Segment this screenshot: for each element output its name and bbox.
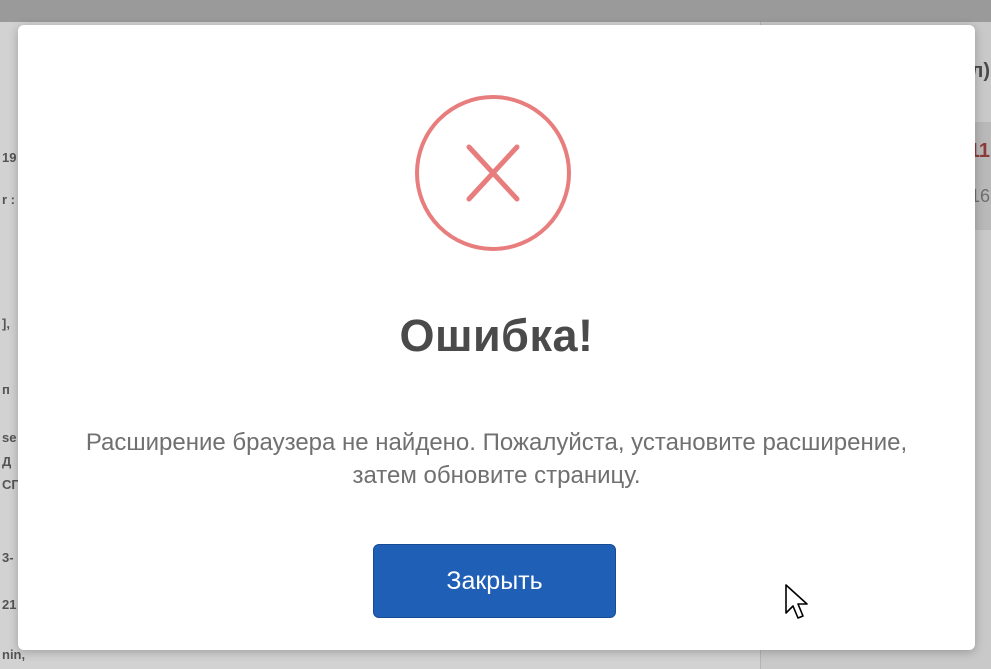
modal-message: Расширение браузера не найдено. Пожалуйс…: [85, 429, 908, 489]
close-button[interactable]: Закрыть: [373, 544, 616, 618]
x-mark-icon: [466, 144, 520, 202]
mouse-cursor-icon: [785, 584, 808, 619]
background-text-fragment: Д: [2, 454, 12, 469]
modal-title: Ошибка!: [399, 310, 594, 361]
background-text-fragment: se: [2, 430, 17, 445]
background-text-fragment: r :: [2, 192, 15, 207]
error-modal: Ошибка! Расширение браузера не найдено. …: [18, 25, 975, 650]
background-text-fragment: 21: [2, 597, 17, 612]
background-text-fragment: 3-: [2, 550, 14, 565]
background-text-fragment: 19: [2, 150, 17, 165]
background-text-fragment: п: [2, 382, 10, 397]
background-text-fragment: ],: [2, 316, 10, 331]
background-text-fragment: СГ: [2, 477, 19, 492]
error-x-circle-icon: [415, 95, 571, 251]
